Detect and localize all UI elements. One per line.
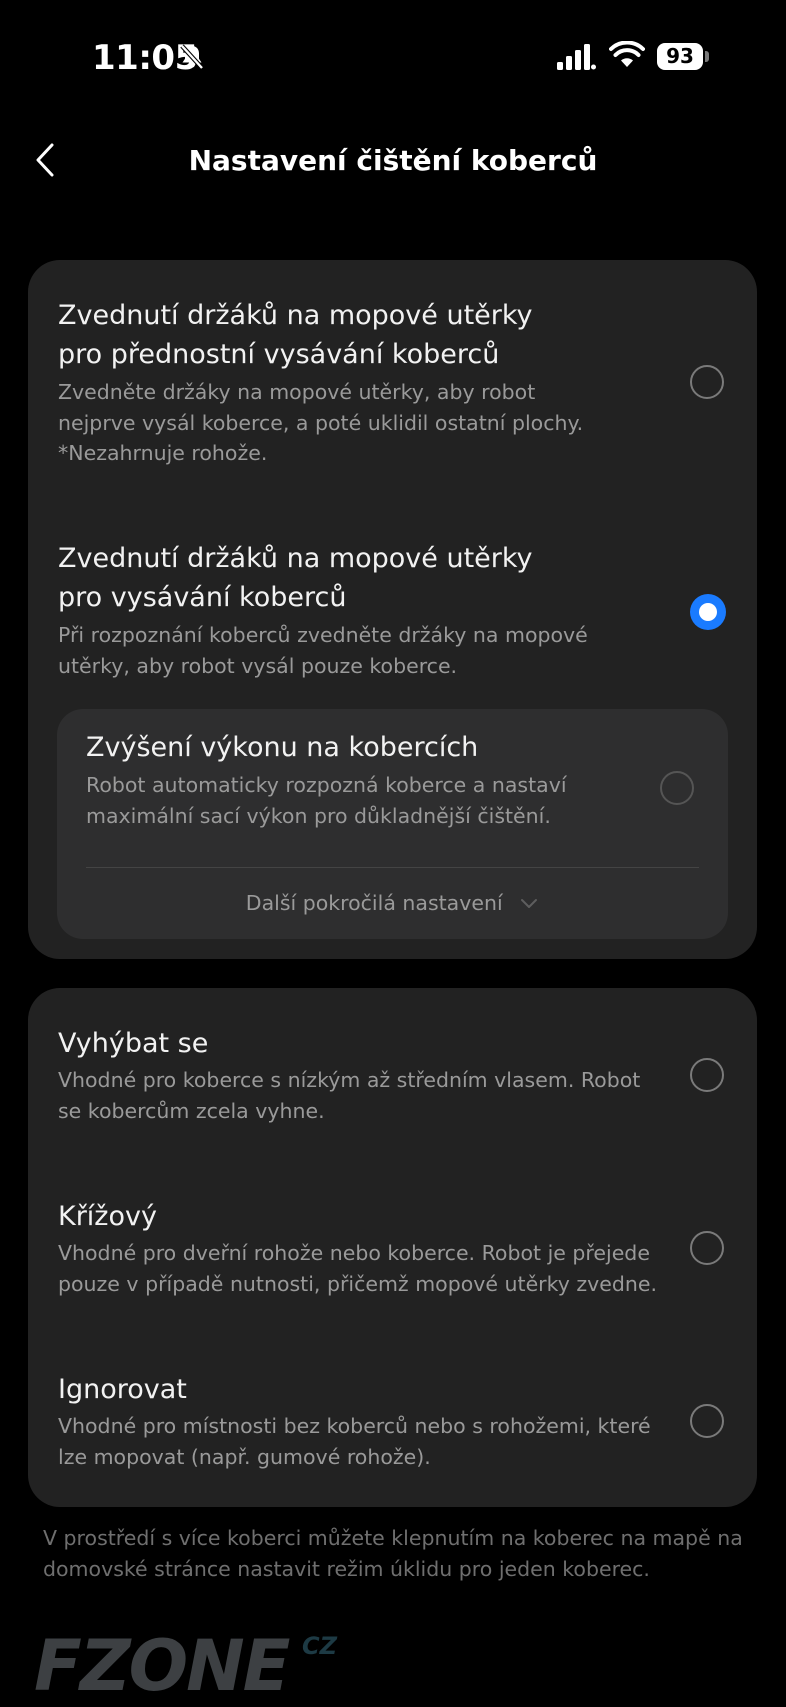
option-title: Křížový (58, 1201, 157, 1232)
option-title: Zvednutí držáků na mopové utěrky pro pře… (58, 300, 533, 370)
option-title: Vyhýbat se (58, 1028, 209, 1059)
header: Nastavení čištění koberců (0, 125, 786, 195)
option-ignore[interactable]: Ignorovat Vhodné pro místnosti bez kober… (28, 1334, 757, 1507)
carpet-lift-card: Zvednutí držáků na mopové utěrky pro pře… (28, 260, 757, 959)
radio-button[interactable] (690, 1231, 724, 1265)
radio-button[interactable] (690, 1404, 724, 1438)
option-description: Při rozpoznání koberců zvedněte držáky n… (58, 623, 588, 678)
bell-slash-icon (180, 44, 204, 70)
option-mop-lift-priority[interactable]: Zvednutí držáků na mopové utěrky pro pře… (28, 260, 757, 485)
watermark-text: FZONE (34, 1625, 290, 1700)
battery-level: 93 (657, 43, 703, 70)
option-avoid[interactable]: Vyhýbat se Vhodné pro koberce s nízkým a… (28, 988, 757, 1161)
option-title: Zvednutí držáků na mopové utěrky pro vys… (58, 543, 533, 613)
option-cross[interactable]: Křížový Vhodné pro dveřní rohože nebo ko… (28, 1161, 757, 1334)
divider (86, 867, 699, 868)
option-description: Vhodné pro místnosti bez koberců nebo s … (58, 1414, 651, 1469)
carpet-boost-subcard: Zvýšení výkonu na kobercích Robot automa… (57, 709, 728, 939)
option-description: Zvedněte držáky na mopové utěrky, aby ro… (58, 380, 584, 465)
radio-button-selected[interactable] (690, 594, 726, 630)
fzone-logo: FZONE CZ (34, 1625, 338, 1700)
signal-icon (557, 44, 596, 70)
radio-button[interactable] (690, 365, 724, 399)
option-title: Ignorovat (58, 1374, 187, 1405)
battery-nub (705, 51, 709, 62)
chevron-down-icon (521, 899, 538, 908)
advanced-settings-label: Další pokročilá nastavení (245, 891, 503, 915)
option-description: Vhodné pro dveřní rohože nebo koberce. R… (58, 1241, 658, 1296)
page-title: Nastavení čištění koberců (188, 144, 598, 177)
battery-icon: 93 (657, 43, 709, 70)
carpet-boost-title: Zvýšení výkonu na kobercích (86, 732, 479, 763)
wifi-icon (609, 41, 645, 67)
footer-note: V prostředí s více koberci můžete klepnu… (43, 1526, 743, 1581)
carpet-boost-radio[interactable] (660, 771, 694, 805)
option-mop-lift-carpet[interactable]: Zvednutí držáků na mopové utěrky pro vys… (28, 485, 757, 700)
carpet-boost-description: Robot automaticky rozpozná koberce a nas… (86, 773, 567, 828)
watermark-suffix: CZ (302, 1632, 338, 1660)
status-bar: 11:05 93 (0, 0, 786, 115)
radio-button[interactable] (690, 1058, 724, 1092)
option-description: Vhodné pro koberce s nízkým až středním … (58, 1068, 641, 1123)
advanced-settings-toggle[interactable]: Další pokročilá nastavení (57, 891, 728, 915)
carpet-mode-card: Vyhýbat se Vhodné pro koberce s nízkým a… (28, 988, 757, 1507)
